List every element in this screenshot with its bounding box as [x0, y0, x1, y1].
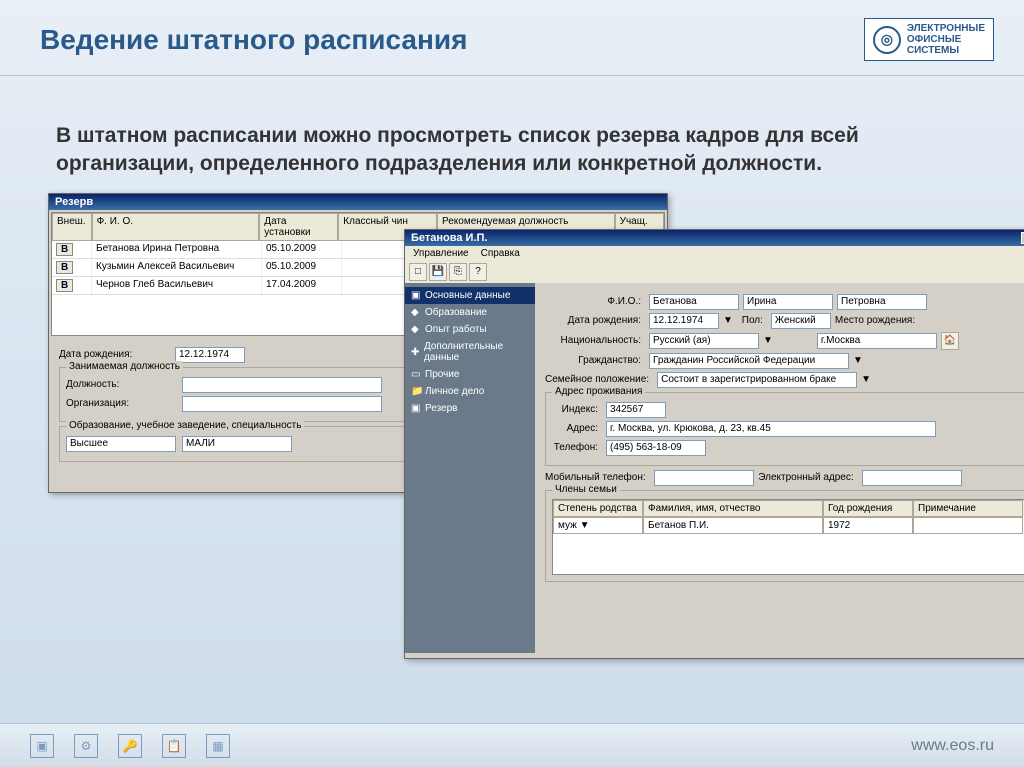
footer-icon: ⚙: [74, 734, 98, 758]
new-icon[interactable]: □: [409, 263, 427, 281]
footer-icon: ▦: [206, 734, 230, 758]
slide-title: Ведение штатного расписания: [40, 24, 467, 56]
lastname-field[interactable]: Бетанова: [649, 294, 739, 310]
index-field[interactable]: 342567: [606, 402, 666, 418]
table-row[interactable]: муж ▼ Бетанов П.И. 1972: [553, 517, 1024, 534]
mobile-field[interactable]: [654, 470, 754, 486]
company-logo: ◎ ЭЛЕКТРОННЫЕ ОФИСНЫЕ СИСТЕМЫ: [864, 18, 994, 61]
sidebar-item[interactable]: ✚Дополнительные данные: [405, 338, 535, 366]
citizenship-field[interactable]: Гражданин Российской Федерации: [649, 353, 849, 369]
save-icon[interactable]: 💾: [429, 263, 447, 281]
menu-item[interactable]: Справка: [481, 248, 520, 259]
footer-url: www.eos.ru: [911, 737, 994, 755]
midname-field[interactable]: Петровна: [837, 294, 927, 310]
family-grid[interactable]: Степень родства Фамилия, имя, отчество Г…: [552, 499, 1024, 575]
sidebar-item[interactable]: ▣Резерв: [405, 400, 535, 417]
tool-icon[interactable]: ⎘: [449, 263, 467, 281]
sidebar-item[interactable]: ◆Опыт работы: [405, 321, 535, 338]
home-icon[interactable]: 🏠: [941, 332, 959, 350]
email-field[interactable]: [862, 470, 962, 486]
sidebar-item[interactable]: ◆Образование: [405, 304, 535, 321]
sidebar-item[interactable]: ▣Основные данные: [405, 287, 535, 304]
footer-icon: 🔑: [118, 734, 142, 758]
sidebar: ▣Основные данные ◆Образование ◆Опыт рабо…: [405, 283, 535, 653]
address-field[interactable]: г. Москва, ул. Крюкова, д. 23, кв.45: [606, 421, 936, 437]
person-window: Бетанова И.П. _ □ × Управление Справка □…: [404, 229, 1024, 659]
footer-icon: ▣: [30, 734, 54, 758]
marital-field[interactable]: Состоит в зарегистрированном браке: [657, 372, 857, 388]
phone-field[interactable]: (495) 563-18-09: [606, 440, 706, 456]
birth-field[interactable]: 12.12.1974: [175, 347, 245, 363]
sidebar-item[interactable]: 📁Личное дело: [405, 383, 535, 400]
birthplace-field[interactable]: г.Москва: [817, 333, 937, 349]
tool-icon[interactable]: ?: [469, 263, 487, 281]
footer-icon: 📋: [162, 734, 186, 758]
birthdate-field[interactable]: 12.12.1974: [649, 313, 719, 329]
firstname-field[interactable]: Ирина: [743, 294, 833, 310]
sex-field[interactable]: Женский: [771, 313, 831, 329]
menu-item[interactable]: Управление: [413, 248, 469, 259]
nationality-field[interactable]: Русский (ая): [649, 333, 759, 349]
sidebar-item[interactable]: ▭Прочие: [405, 366, 535, 383]
window-title: Бетанова И.П.: [411, 232, 487, 244]
slide-body: В штатном расписании можно просмотреть с…: [0, 76, 1024, 187]
window-title: Резерв: [49, 194, 667, 210]
